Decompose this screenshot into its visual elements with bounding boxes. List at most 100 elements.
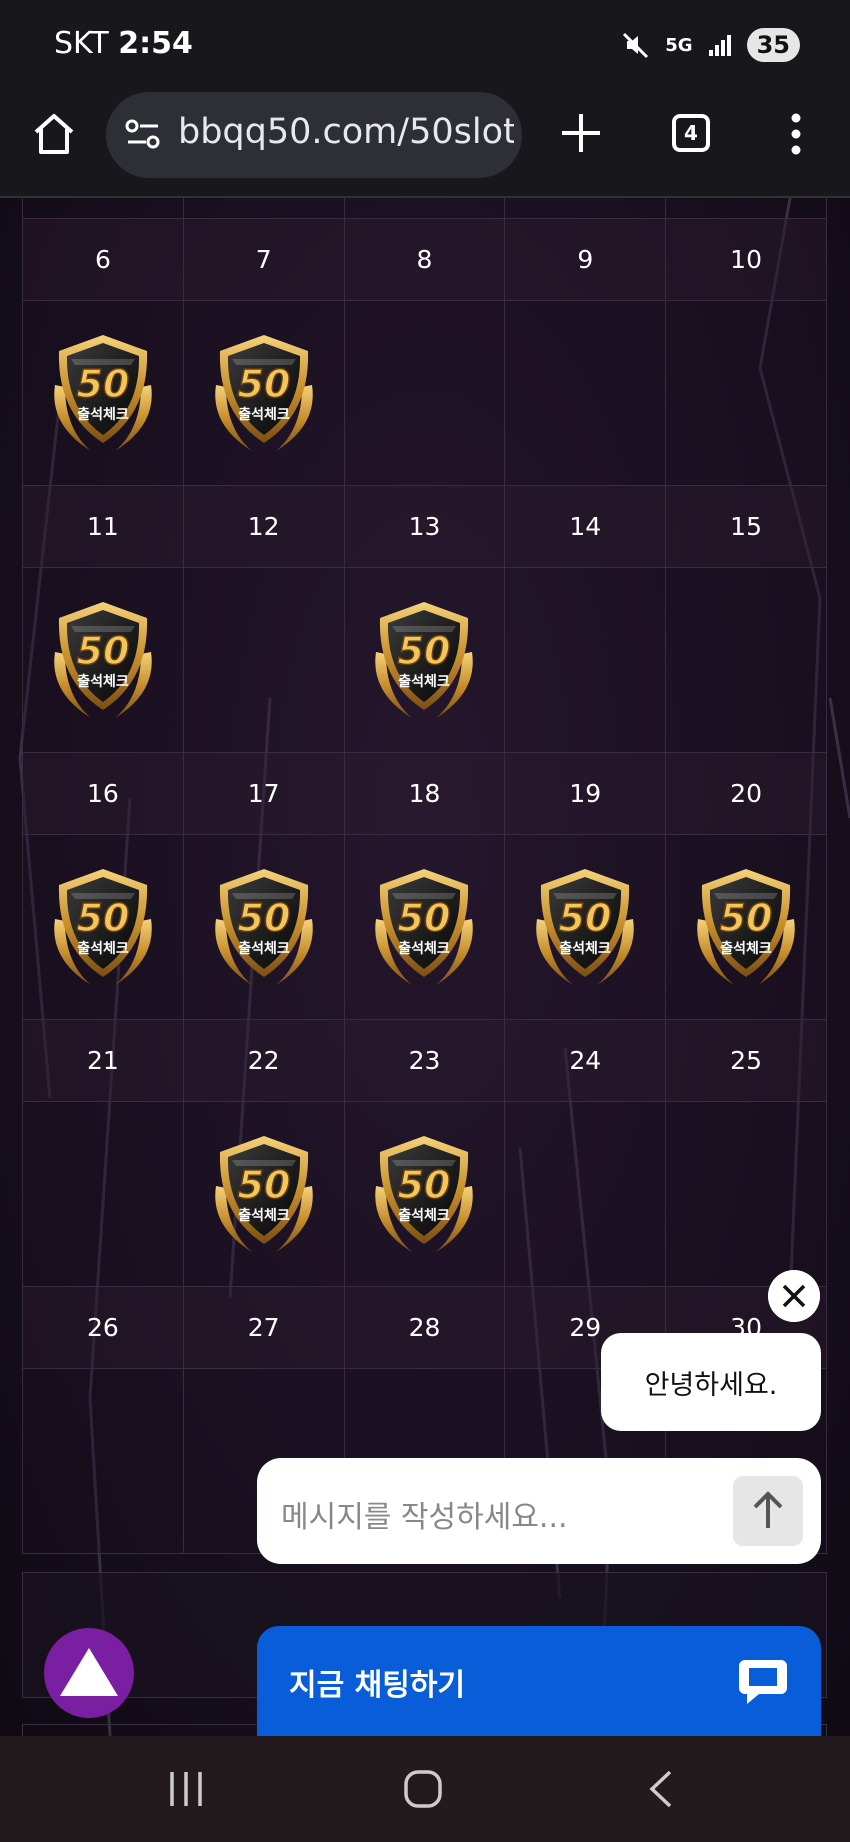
- status-bar: SKT 2:54 5G 35: [0, 0, 850, 88]
- carrier-label: SKT: [54, 26, 109, 61]
- plus-icon[interactable]: [556, 108, 606, 158]
- site-settings-icon[interactable]: [124, 116, 162, 152]
- calendar-day-cell: 50 출석체크: [183, 1102, 345, 1287]
- badge-label: 출석체크: [399, 673, 451, 690]
- url-text[interactable]: bbqq50.com/50slot_: [178, 112, 514, 152]
- calendar-day-number: 11: [23, 486, 184, 568]
- tabs-icon[interactable]: 4: [672, 114, 710, 152]
- chat-greeting-bubble: 안녕하세요.: [601, 1333, 821, 1431]
- browser-toolbar: bbqq50.com/50slot_ 4: [0, 88, 850, 198]
- calendar-day-number: 23: [344, 1020, 506, 1102]
- calendar-day-number: 28: [344, 1287, 506, 1369]
- calendar-day-cell: [666, 1102, 827, 1287]
- badge-number: 50: [237, 896, 290, 940]
- attendance-badge-icon: 50출석체크: [214, 335, 313, 451]
- system-nav-bar: [0, 1736, 850, 1842]
- calendar-day-number: 19: [505, 753, 667, 835]
- battery-indicator: 35: [746, 28, 800, 62]
- badge-number: 50: [398, 1163, 451, 1207]
- badge-label: 출석체크: [77, 673, 129, 690]
- attendance-badge-icon: 50출석체크: [214, 1136, 313, 1252]
- calendar-day-number: 6: [23, 219, 184, 301]
- badge-label: 출석체크: [238, 1207, 290, 1224]
- send-button[interactable]: [733, 1476, 803, 1546]
- calendar-day-cell: 50 출석체크: [505, 835, 667, 1020]
- attendance-badge-icon: 50출석체크: [54, 869, 152, 985]
- calendar-day-cell: 50 출석체크: [23, 835, 184, 1020]
- attendance-badge-icon: 50출석체크: [214, 869, 313, 985]
- address-bar[interactable]: bbqq50.com/50slot_: [106, 92, 522, 178]
- calendar-day-number: 17: [183, 753, 345, 835]
- attendance-badge-icon: 50출석체크: [54, 602, 152, 718]
- badge-label: 출석체크: [238, 940, 290, 957]
- calendar-top-strip: [22, 198, 827, 218]
- badge-label: 출석체크: [560, 940, 612, 957]
- attendance-badge-icon: 50출석체크: [375, 1136, 474, 1252]
- badge-label: 출석체크: [238, 406, 290, 423]
- chat-now-button[interactable]: 지금 채팅하기: [257, 1626, 821, 1736]
- calendar-date-row: 6 7 8 9 10: [23, 219, 827, 301]
- clock: 2:54: [118, 26, 193, 61]
- badge-number: 50: [559, 896, 612, 940]
- badge-label: 출석체크: [720, 940, 772, 957]
- calendar-day-cell: [344, 301, 506, 486]
- home-nav-icon[interactable]: [400, 1766, 446, 1812]
- arrow-up-icon: [753, 1491, 783, 1528]
- chat-now-label: 지금 채팅하기: [289, 1668, 466, 1703]
- calendar-day-cell: 50 출석체크: [23, 301, 184, 486]
- attendance-badge-icon: 50출석체크: [375, 869, 474, 985]
- badge-label: 출석체크: [399, 1207, 451, 1224]
- status-icons: 5G 35: [621, 28, 800, 62]
- calendar-day-number: 15: [666, 486, 827, 568]
- calendar-day-number: 8: [344, 219, 506, 301]
- calendar-day-number: 25: [666, 1020, 827, 1102]
- tab-count: 4: [684, 121, 698, 145]
- calendar-date-row: 21 22 23 24 25: [23, 1020, 827, 1102]
- calendar-day-cell: 50 출석체크: [666, 835, 827, 1020]
- calendar-day-cell: 50 출석체크: [183, 835, 345, 1020]
- calendar-day-number: 26: [23, 1287, 184, 1369]
- triangle-up-icon: [60, 1648, 118, 1696]
- chat-input-placeholder[interactable]: 메시지를 작성하세요...: [281, 1492, 568, 1536]
- calendar-day-cell: [666, 568, 827, 753]
- calendar-day-cell: [23, 1102, 184, 1287]
- calendar-stamp-row: 50 출석체크 50 출석체크: [23, 1102, 827, 1287]
- calendar-day-cell: [666, 301, 827, 486]
- badge-number: 50: [398, 896, 451, 940]
- calendar-day-number: 16: [23, 753, 184, 835]
- signal-icon: [708, 35, 731, 56]
- calendar-date-row: 16 17 18 19 20: [23, 753, 827, 835]
- home-icon[interactable]: [30, 110, 78, 158]
- attendance-badge-icon: 50출석체크: [375, 602, 474, 718]
- calendar-day-number: 27: [183, 1287, 345, 1369]
- calendar-day-cell: [183, 568, 345, 753]
- calendar-day-number: 10: [666, 219, 827, 301]
- badge-number: 50: [76, 362, 129, 406]
- network-label: 5G: [665, 34, 693, 56]
- calendar-day-cell: [23, 1369, 184, 1554]
- chat-bubble-icon: [739, 1660, 787, 1704]
- badge-label: 출석체크: [77, 940, 129, 957]
- calendar-day-number: 18: [344, 753, 506, 835]
- calendar-day-number: 13: [344, 486, 506, 568]
- scroll-top-button[interactable]: [44, 1628, 134, 1718]
- attendance-badge-icon: 50출석체크: [54, 335, 152, 451]
- calendar-stamp-row: 50 출석체크 50 출석체크 50 출석체크 50 출석체크 50 출석체크: [23, 835, 827, 1020]
- status-carrier-time: SKT 2:54: [54, 26, 193, 61]
- recent-apps-icon[interactable]: [166, 1766, 206, 1812]
- badge-number: 50: [398, 629, 451, 673]
- badge-label: 출석체크: [399, 940, 451, 957]
- calendar-stamp-row: 50 출석체크 50 출석체크: [23, 568, 827, 753]
- badge-number: 50: [237, 362, 290, 406]
- chat-message-field[interactable]: 메시지를 작성하세요...: [257, 1458, 821, 1564]
- more-icon[interactable]: [786, 112, 806, 156]
- back-icon[interactable]: [646, 1766, 676, 1812]
- calendar-day-cell: 50 출석체크: [344, 1102, 506, 1287]
- calendar-day-cell: 50 출석체크: [183, 301, 345, 486]
- calendar-day-number: 22: [183, 1020, 345, 1102]
- calendar-stamp-row: 50 출석체크 50 출석체크: [23, 301, 827, 486]
- attendance-badge-icon: 50출석체크: [536, 869, 635, 985]
- close-icon[interactable]: [768, 1270, 820, 1322]
- calendar-day-number: 14: [505, 486, 667, 568]
- calendar-day-number: 7: [183, 219, 345, 301]
